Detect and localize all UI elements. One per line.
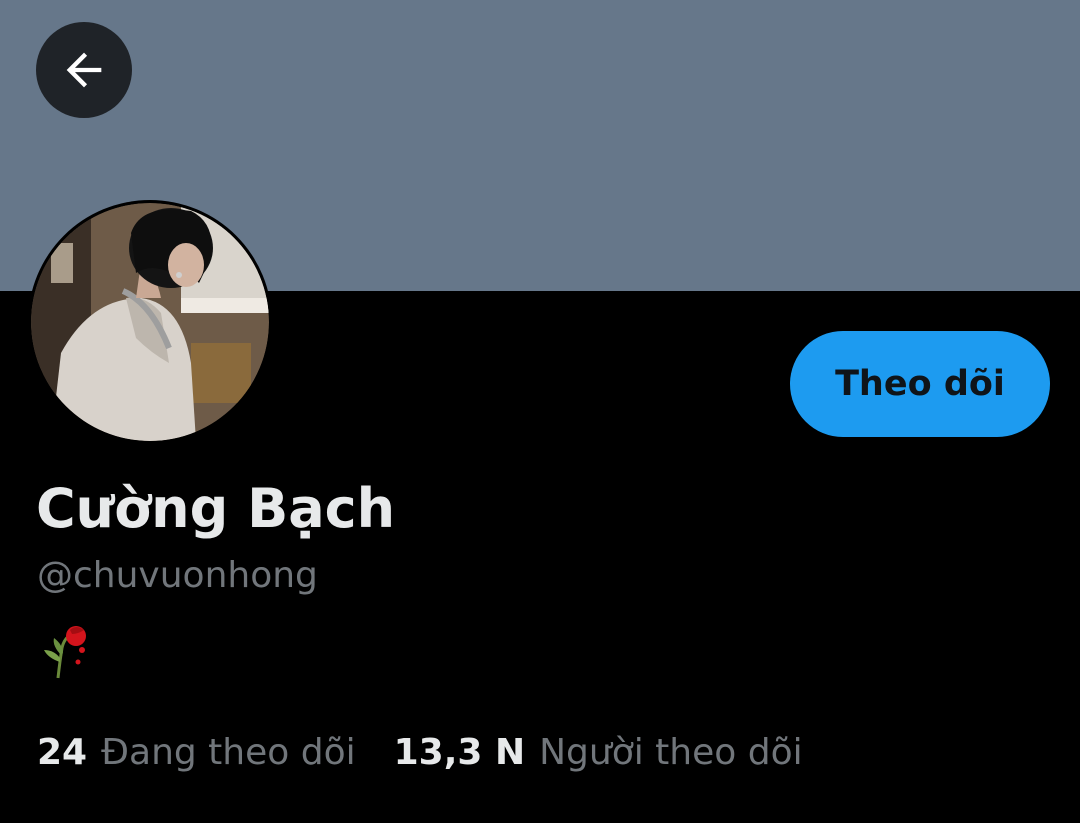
profile-page: Theo dõi Cường Bạch @chuvuonhong 24 Đang…	[0, 0, 1080, 823]
avatar[interactable]	[28, 200, 272, 444]
following-count: 24	[37, 731, 88, 773]
wilted-rose-icon	[44, 626, 86, 679]
followers-count: 13,3 N	[393, 731, 526, 773]
arrow-left-icon	[66, 52, 102, 88]
display-name: Cường Bạch	[36, 477, 396, 540]
followers-label: Người theo dõi	[539, 731, 803, 773]
avatar-photo	[31, 203, 269, 441]
back-button[interactable]	[36, 22, 132, 118]
following-stat[interactable]: 24 Đang theo dõi	[37, 732, 356, 773]
profile-stats: 24 Đang theo dõi 13,3 N Người theo dõi	[37, 726, 803, 778]
follow-button[interactable]: Theo dõi	[790, 331, 1050, 437]
user-handle: @chuvuonhong	[37, 555, 318, 596]
following-label: Đang theo dõi	[101, 731, 356, 773]
followers-stat[interactable]: 13,3 N Người theo dõi	[394, 732, 803, 773]
